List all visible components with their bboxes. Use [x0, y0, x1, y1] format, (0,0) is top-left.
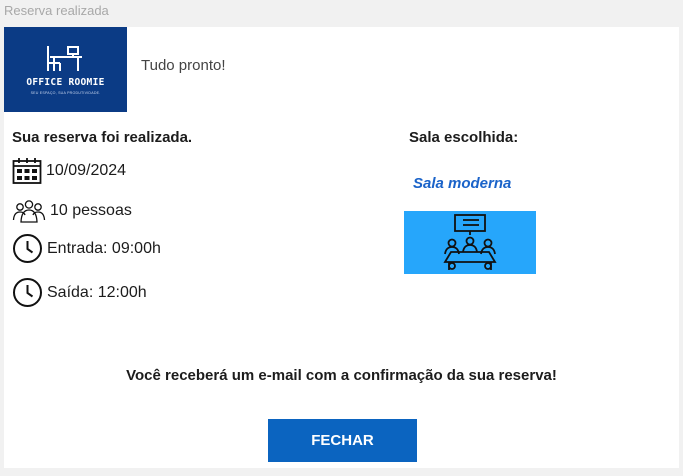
clock-icon	[13, 278, 42, 307]
reservation-date: 10/09/2024	[46, 162, 127, 179]
reservation-heading: Sua reserva foi realizada.	[12, 129, 193, 146]
reservation-entry: Entrada: 09:00h	[47, 239, 161, 257]
close-button[interactable]: FECHAR	[268, 419, 417, 462]
confirmation-message: Você receberá um e-mail com a confirmaçã…	[126, 367, 557, 384]
clock-icon	[13, 234, 42, 263]
logo-tagline: Seu espaço, sua produtividade.	[30, 91, 101, 95]
reservation-entry-row: Entrada: 09:00h	[12, 233, 161, 264]
reservation-dialog: OFFICE ROOMIE Seu espaço, sua produtivid…	[4, 27, 679, 468]
desk-chair-logo-icon	[46, 46, 82, 71]
people-group-icon	[12, 200, 46, 223]
reservation-exit: Saída: 12:00h	[47, 283, 147, 301]
greeting-text: Tudo pronto!	[141, 57, 226, 74]
reservation-people: 10 pessoas	[50, 202, 132, 219]
logo-name: OFFICE ROOMIE	[26, 77, 105, 88]
calendar-icon	[12, 158, 42, 184]
reservation-date-row: 10/09/2024	[12, 157, 126, 185]
room-name: Sala moderna	[413, 175, 512, 192]
reservation-people-row: 10 pessoas	[12, 199, 132, 223]
room-image	[404, 211, 536, 274]
reservation-exit-row: Saída: 12:00h	[12, 277, 147, 308]
room-heading: Sala escolhida:	[409, 129, 519, 146]
window-title: Reserva realizada	[4, 3, 109, 18]
meeting-room-icon	[443, 213, 497, 270]
office-roomie-logo: OFFICE ROOMIE Seu espaço, sua produtivid…	[4, 27, 127, 112]
